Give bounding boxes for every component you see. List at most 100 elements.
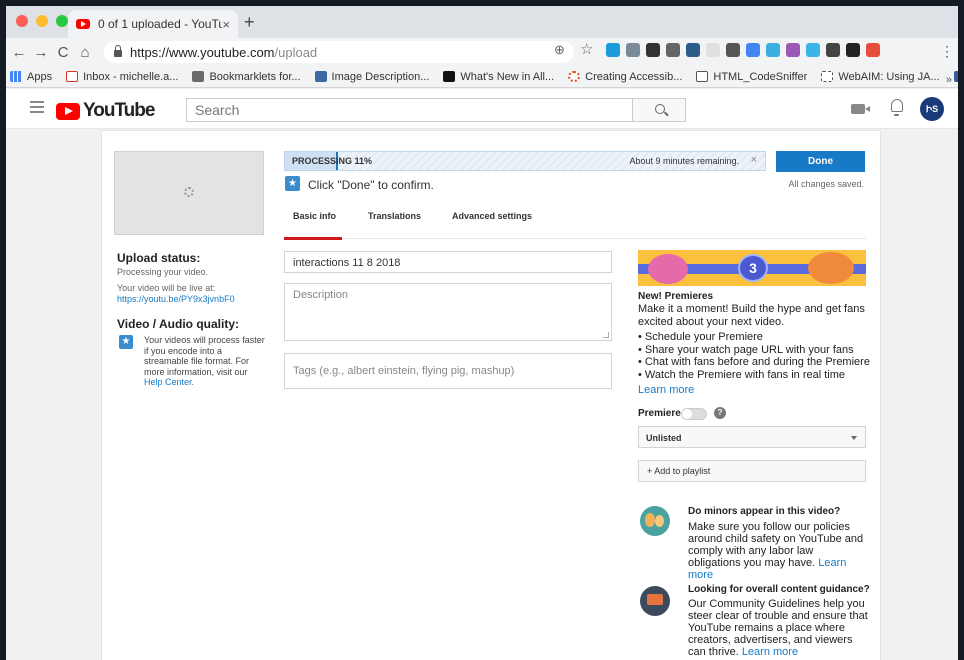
premieres-description: Make it a moment! Build the hype and get… bbox=[638, 303, 865, 328]
tab-translations[interactable]: Translations bbox=[368, 211, 421, 221]
cancel-upload-icon[interactable]: × bbox=[751, 154, 757, 166]
folder-icon bbox=[192, 71, 205, 82]
tab-close-button[interactable]: × bbox=[222, 17, 230, 32]
extension-icon[interactable] bbox=[746, 43, 760, 57]
upload-status-title: Upload status: bbox=[117, 251, 201, 265]
bookmark-label: Apps bbox=[27, 70, 53, 83]
live-at-label: Your video will be live at: bbox=[117, 283, 216, 293]
quality-title: Video / Audio quality: bbox=[117, 317, 240, 331]
lock-icon bbox=[114, 45, 122, 57]
search-button[interactable] bbox=[632, 98, 686, 122]
add-to-playlist-button[interactable]: + Add to playlist bbox=[638, 460, 866, 482]
new-tab-button[interactable]: + bbox=[244, 12, 255, 33]
list-item: Watch the Premiere with fans in real tim… bbox=[638, 369, 878, 382]
search-icon bbox=[655, 104, 665, 114]
zoom-icon[interactable]: ⊕ bbox=[554, 42, 565, 58]
video-url-link[interactable]: https://youtu.be/PY9x3jvnbF0 bbox=[117, 294, 235, 304]
bookmark-label: What's New in All... bbox=[460, 70, 555, 83]
list-item: Schedule your Premiere bbox=[638, 331, 878, 344]
star-icon: ★ bbox=[285, 176, 300, 191]
bookmark-item[interactable]: What's New in All... bbox=[443, 71, 554, 83]
premiere-toggle[interactable] bbox=[681, 408, 707, 420]
help-center-link[interactable]: Help Center. bbox=[144, 377, 194, 387]
bookmark-label: Image Description... bbox=[331, 70, 430, 83]
extension-icon[interactable] bbox=[666, 43, 680, 57]
bookmark-item[interactable]: WebAIM: Using JA... bbox=[821, 70, 940, 83]
extension-icon[interactable] bbox=[806, 43, 820, 57]
reload-button[interactable]: C bbox=[54, 44, 72, 61]
extension-icon[interactable] bbox=[846, 43, 860, 57]
bookmark-item[interactable]: Creating Accessib... bbox=[568, 71, 682, 83]
window-maximize-button[interactable] bbox=[56, 15, 68, 27]
progress-label: PROCESSING 11% bbox=[292, 156, 373, 166]
window-close-button[interactable] bbox=[16, 15, 28, 27]
hamburger-menu-icon[interactable] bbox=[30, 101, 44, 113]
bookmarks-overflow-button[interactable]: » bbox=[946, 74, 952, 86]
extension-icon[interactable] bbox=[786, 43, 800, 57]
bookmark-star-icon[interactable]: ☆ bbox=[580, 40, 593, 58]
search-input[interactable]: Search bbox=[186, 98, 632, 122]
bookmark-label: Inbox - michelle.a... bbox=[83, 70, 179, 83]
minors-title: Do minors appear in this video? bbox=[688, 506, 841, 517]
active-tab-indicator bbox=[284, 237, 342, 240]
list-item: Chat with fans before and during the Pre… bbox=[638, 356, 878, 369]
extension-icon[interactable] bbox=[706, 43, 720, 57]
extension-icon[interactable] bbox=[766, 43, 780, 57]
bookmark-label: WebAIM: Using JA... bbox=[838, 70, 940, 83]
window-minimize-button[interactable] bbox=[36, 15, 48, 27]
premieres-title: New! Premieres bbox=[638, 291, 714, 302]
extension-icon[interactable] bbox=[606, 43, 620, 57]
facebook-icon bbox=[953, 71, 958, 82]
upload-card: Upload status: Processing your video. Yo… bbox=[101, 130, 881, 660]
forward-button[interactable]: → bbox=[32, 44, 50, 61]
bookmark-item[interactable]: HTML_CodeSniffer bbox=[696, 71, 807, 83]
youtube-play-icon bbox=[56, 102, 80, 120]
youtube-logo[interactable]: YouTube bbox=[56, 100, 155, 122]
guidelines-title: Looking for overall content guidance? bbox=[688, 584, 870, 595]
star-icon: ★ bbox=[119, 335, 133, 349]
webaim-icon bbox=[821, 71, 834, 82]
premieres-learn-more-link[interactable]: Learn more bbox=[638, 384, 694, 396]
tab-basic-info[interactable]: Basic info bbox=[293, 211, 336, 221]
quality-info-text: Your videos will process faster if you e… bbox=[144, 335, 266, 388]
upload-video-icon[interactable] bbox=[851, 104, 870, 114]
tab-advanced-settings[interactable]: Advanced settings bbox=[452, 211, 532, 221]
extension-icon[interactable] bbox=[686, 43, 700, 57]
done-button[interactable]: Done bbox=[776, 151, 865, 172]
bookmark-item[interactable]: Image Description... bbox=[314, 70, 430, 83]
browser-tab[interactable]: 0 of 1 uploaded - YouTube × bbox=[68, 10, 238, 38]
title-input[interactable]: interactions 11 8 2018 bbox=[284, 251, 612, 273]
bookmark-item[interactable]: Apps bbox=[10, 71, 52, 83]
apps-grid-icon bbox=[10, 71, 22, 82]
upload-tabs: Basic info Translations Advanced setting… bbox=[284, 203, 866, 240]
extension-icon[interactable] bbox=[826, 43, 840, 57]
browser-menu-icon[interactable]: ⋮ bbox=[940, 43, 954, 60]
visibility-value: Unlisted bbox=[646, 433, 682, 443]
address-bar[interactable]: https://www.youtube.com/upload bbox=[104, 41, 574, 63]
extension-icon[interactable] bbox=[626, 43, 640, 57]
youtube-favicon-icon bbox=[76, 19, 90, 29]
extension-icon[interactable] bbox=[726, 43, 740, 57]
back-button[interactable]: ← bbox=[10, 44, 28, 61]
tags-input[interactable]: Tags (e.g., albert einstein, flying pig,… bbox=[284, 353, 612, 389]
description-textarea[interactable]: Description bbox=[284, 283, 612, 341]
bookmark-item[interactable]: Bookmarklets for... bbox=[192, 71, 301, 83]
page-icon bbox=[696, 71, 709, 82]
extension-icon[interactable] bbox=[646, 43, 660, 57]
help-icon[interactable]: ? bbox=[714, 407, 726, 419]
resize-handle-icon[interactable] bbox=[603, 332, 609, 338]
extension-icon[interactable] bbox=[866, 43, 880, 57]
notifications-bell-icon[interactable] bbox=[891, 99, 903, 116]
changes-saved-status: All changes saved. bbox=[788, 179, 864, 189]
guidelines-learn-more-link[interactable]: Learn more bbox=[742, 646, 798, 658]
visibility-select[interactable]: Unlisted bbox=[638, 426, 866, 448]
bb-icon bbox=[443, 71, 456, 82]
banner-character-left bbox=[648, 254, 688, 284]
bookmark-item[interactable]: Inbox - michelle.a... bbox=[66, 71, 178, 83]
avatar[interactable]: ԻS bbox=[920, 97, 944, 121]
minors-text: Make sure you follow our policies around… bbox=[688, 521, 868, 581]
home-button[interactable]: ⌂ bbox=[76, 44, 94, 61]
time-remaining: About 9 minutes remaining. bbox=[629, 156, 739, 166]
image-icon bbox=[314, 71, 327, 82]
bookmark-item[interactable]: Facebook bbox=[953, 71, 958, 83]
